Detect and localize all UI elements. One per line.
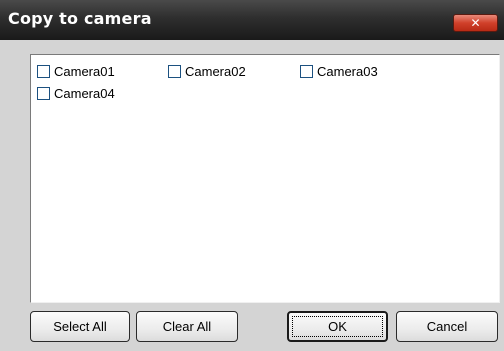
close-button[interactable]: ✕ <box>453 14 498 32</box>
camera-label: Camera04 <box>54 86 115 101</box>
checkbox-icon[interactable] <box>37 65 50 78</box>
ok-button[interactable]: OK <box>287 311 388 342</box>
camera-label: Camera03 <box>317 64 378 79</box>
select-all-button[interactable]: Select All <box>30 311 130 342</box>
focus-rectangle <box>292 316 383 337</box>
camera-label: Camera01 <box>54 64 115 79</box>
close-icon: ✕ <box>470 16 481 30</box>
cancel-button[interactable]: Cancel <box>396 311 498 342</box>
clear-all-button[interactable]: Clear All <box>136 311 238 342</box>
title-bar[interactable]: Copy to camera ✕ <box>0 0 504 40</box>
checkbox-icon[interactable] <box>37 87 50 100</box>
camera-list[interactable]: Camera01 Camera02 Camera03 Camera04 <box>30 54 500 303</box>
checkbox-icon[interactable] <box>168 65 181 78</box>
dialog-title: Copy to camera <box>8 9 152 28</box>
copy-to-camera-dialog: Copy to camera ✕ Camera01 Camera02 Camer… <box>0 0 504 351</box>
camera-label: Camera02 <box>185 64 246 79</box>
checkbox-icon[interactable] <box>300 65 313 78</box>
